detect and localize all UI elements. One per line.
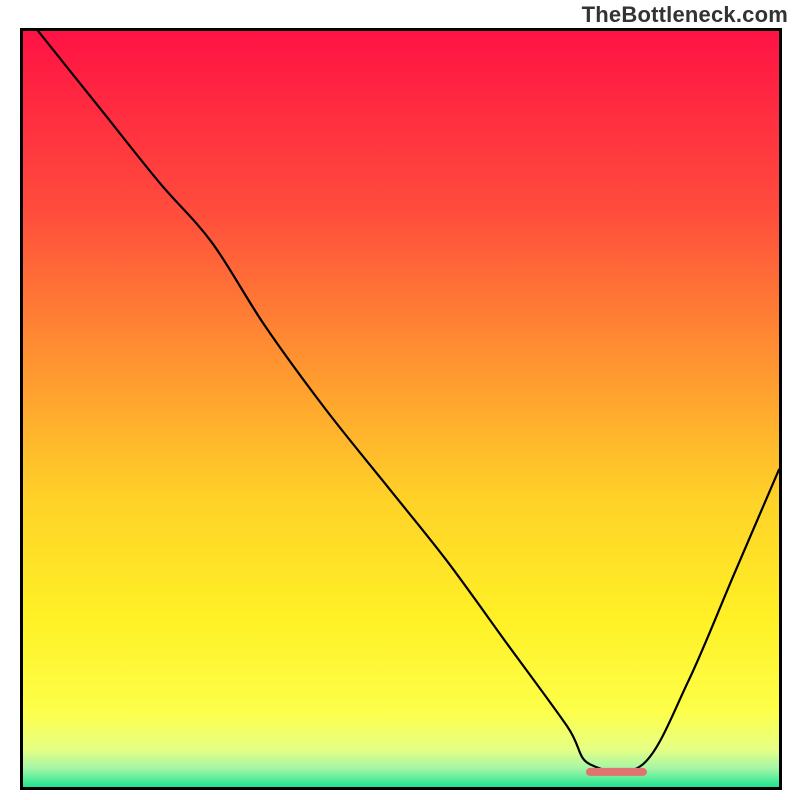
chart-svg [23, 31, 779, 787]
heat-background [23, 31, 779, 787]
plot-area [20, 28, 782, 790]
watermark-text: TheBottleneck.com [582, 2, 788, 28]
bottleneck-chart-page: TheBottleneck.com [0, 0, 800, 800]
